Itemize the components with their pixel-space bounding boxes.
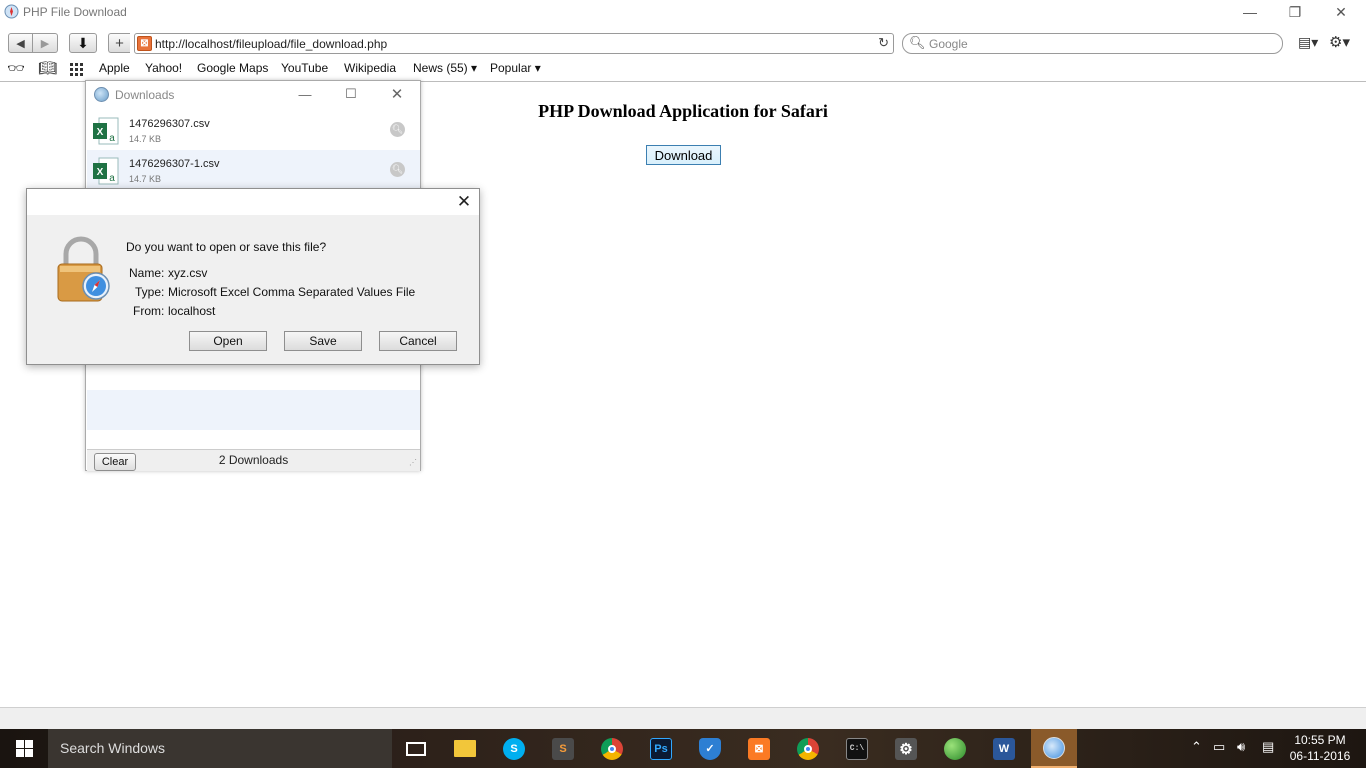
windows-taskbar: Search Windows S S Ps ✓ ⊠ C:\ ⚙ W ⌃ ▭ 🔊︎ [0, 729, 1366, 768]
bookmarks-book-icon[interactable]: 📖︎ [38, 59, 57, 77]
address-text[interactable]: http://localhost/fileupload/file_downloa… [155, 37, 387, 51]
safari-taskbar-icon[interactable] [1031, 729, 1077, 768]
bookmarks-bar: 👓︎ 📖︎ Apple Yahoo! Google Maps YouTube W… [0, 58, 1366, 80]
search-placeholder[interactable]: Google [929, 37, 968, 51]
window-title: PHP File Download [23, 5, 127, 19]
add-bookmark-button[interactable]: + [108, 33, 130, 53]
cancel-button[interactable]: Cancel [379, 331, 457, 351]
taskbar-clock[interactable]: 10:55 PM 06-11-2016 [1282, 732, 1358, 764]
reveal-in-folder-icon[interactable]: 🔍︎ [390, 122, 405, 137]
photoshop-icon[interactable]: Ps [641, 733, 681, 764]
bookmark-apple[interactable]: Apple [99, 61, 130, 75]
reading-list-icon[interactable]: 👓︎ [7, 60, 25, 77]
bookmark-youtube[interactable]: YouTube [281, 61, 328, 75]
battery-icon[interactable]: ▭ [1213, 739, 1225, 755]
type-value: Microsoft Excel Comma Separated Values F… [168, 285, 416, 299]
search-box[interactable]: 🔍︎ Google [902, 33, 1283, 54]
reload-icon[interactable]: ↻ [878, 35, 889, 51]
window-title-bar: PHP File Download — ❐ ✕ [0, 0, 1366, 24]
network-globe-icon[interactable] [935, 733, 975, 764]
command-prompt-icon[interactable]: C:\ [837, 733, 877, 764]
search-icon: 🔍︎ [909, 35, 926, 50]
windows-logo-icon [15, 740, 33, 757]
task-view-icon[interactable] [396, 733, 436, 764]
download-item[interactable]: X a 1476296307.csv 14.7 KB 🔍︎ [87, 110, 420, 150]
word-icon[interactable]: W [984, 733, 1024, 764]
download-filesize: 14.7 KB [129, 134, 162, 144]
download-filename: 1476296307-1.csv [129, 158, 220, 170]
safari-icon [94, 87, 109, 102]
address-bar[interactable]: ⊠ http://localhost/fileupload/file_downl… [134, 33, 894, 54]
svg-text:X: X [97, 127, 104, 138]
notifications-icon[interactable]: ▤ [1262, 739, 1274, 755]
chrome-icon[interactable] [788, 733, 828, 764]
empty-row [87, 390, 420, 430]
download-button[interactable]: Download [646, 145, 721, 165]
bookmark-popular[interactable]: Popular ▾ [490, 61, 541, 75]
name-value: xyz.csv [168, 266, 208, 280]
bookmark-google-maps[interactable]: Google Maps [197, 61, 268, 75]
xampp-favicon-icon: ⊠ [137, 36, 152, 51]
from-value: localhost [168, 304, 216, 318]
start-button[interactable] [0, 729, 48, 768]
xampp-icon[interactable]: ⊠ [739, 733, 779, 764]
clock-time: 10:55 PM [1294, 733, 1346, 747]
downloads-footer: 2 Downloads Clear ⋰ [87, 449, 420, 471]
type-label: Type: [135, 285, 165, 299]
close-window-button[interactable]: ✕ [1318, 0, 1364, 24]
sublime-text-icon[interactable]: S [543, 733, 583, 764]
settings-gear-icon[interactable]: ⚙ [886, 733, 926, 764]
download-item[interactable]: X a 1476296307-1.csv 14.7 KB 🔍︎ [87, 150, 420, 190]
file-download-dialog: ✕ Do you want to open or save this file?… [26, 188, 480, 365]
from-label: From: [133, 304, 165, 318]
nav-buttons: ◀ ▶ [8, 33, 58, 53]
file-explorer-icon[interactable] [445, 733, 485, 764]
status-bar [0, 707, 1366, 729]
page-menu-button[interactable]: ▤▾ [1298, 34, 1318, 51]
restore-button[interactable]: ❐ [1272, 0, 1318, 24]
reveal-in-folder-icon[interactable]: 🔍︎ [390, 162, 405, 177]
download-filesize: 14.7 KB [129, 174, 162, 184]
svg-text:a: a [109, 173, 115, 184]
bookmark-news[interactable]: News (55) ▾ [413, 61, 477, 75]
settings-menu-button[interactable]: ⚙▾ [1329, 33, 1350, 51]
downloads-title: Downloads [115, 88, 175, 102]
save-button[interactable]: Save [284, 331, 362, 351]
open-button[interactable]: Open [189, 331, 267, 351]
dialog-close-button[interactable]: ✕ [452, 191, 476, 213]
skype-icon[interactable]: S [494, 733, 534, 764]
svg-text:X: X [97, 167, 104, 178]
chrome-icon[interactable] [592, 733, 632, 764]
downloads-count: 2 Downloads [218, 453, 289, 467]
svg-text:a: a [109, 133, 115, 144]
security-shield-icon[interactable]: ✓ [690, 733, 730, 764]
forward-button[interactable]: ▶ [33, 33, 58, 53]
dialog-question: Do you want to open or save this file? [126, 240, 327, 254]
excel-file-icon: X a [93, 157, 119, 185]
bookmark-yahoo[interactable]: Yahoo! [145, 61, 182, 75]
volume-icon[interactable]: 🔊︎ [1237, 739, 1245, 755]
taskbar-search[interactable]: Search Windows [48, 729, 392, 768]
downloads-maximize-button[interactable]: ☐ [328, 83, 374, 105]
downloads-button[interactable]: ⬇ [69, 33, 97, 53]
taskbar-search-placeholder[interactable]: Search Windows [60, 740, 165, 756]
clock-date: 06-11-2016 [1289, 749, 1351, 763]
downloads-close-button[interactable]: ✕ [374, 83, 420, 105]
clear-downloads-button[interactable]: Clear [94, 453, 136, 471]
downloads-minimize-button[interactable]: — [282, 83, 328, 105]
lock-safari-icon [57, 236, 110, 302]
name-label: Name: [129, 266, 165, 280]
bookmark-wikipedia[interactable]: Wikipedia [344, 61, 396, 75]
top-sites-grid-icon[interactable] [70, 63, 84, 76]
back-button[interactable]: ◀ [8, 33, 33, 53]
excel-file-icon: X a [93, 117, 119, 145]
resize-grip-icon[interactable]: ⋰ [409, 458, 417, 467]
dialog-title-bar [27, 189, 479, 215]
minimize-button[interactable]: — [1227, 0, 1273, 24]
show-hidden-icons-chevron-icon[interactable]: ⌃ [1191, 739, 1202, 755]
download-filename: 1476296307.csv [129, 118, 210, 130]
safari-icon [4, 4, 19, 19]
